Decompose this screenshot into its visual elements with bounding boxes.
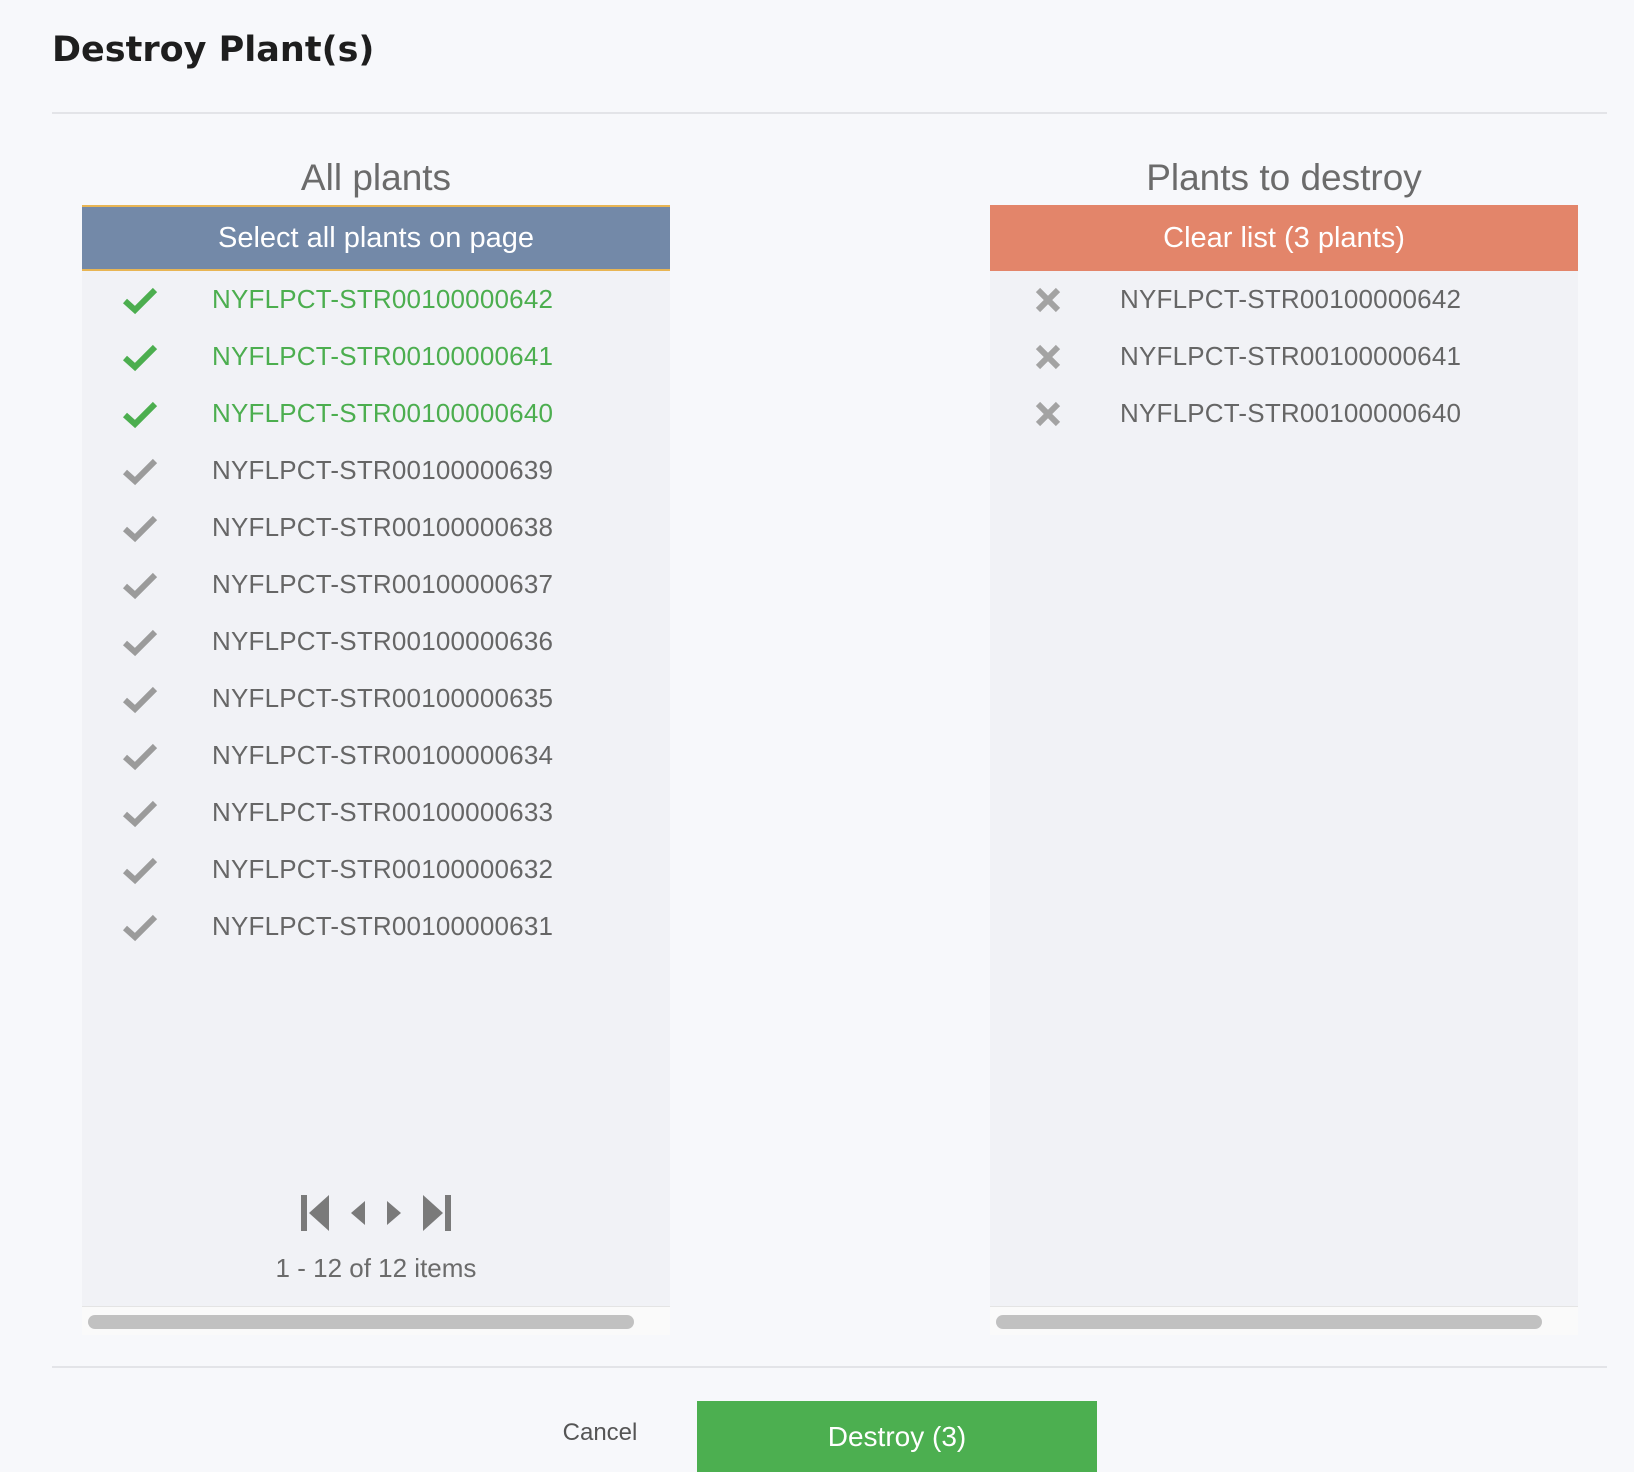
cancel-button[interactable]: Cancel: [545, 1419, 655, 1447]
check-icon[interactable]: [116, 337, 164, 377]
plants-to-destroy-panel: Plants to destroy Clear list (3 plants) …: [990, 150, 1578, 1335]
pager-info: 1 - 12 of 12 items: [275, 1253, 477, 1283]
plant-id: NYFLPCT-STR00100000631: [212, 911, 554, 941]
destroy-list-item: NYFLPCT-STR00100000641: [990, 328, 1578, 385]
check-icon[interactable]: [116, 736, 164, 776]
check-icon[interactable]: [116, 622, 164, 662]
all-plants-heading: All plants: [300, 157, 452, 198]
pager: [82, 1193, 670, 1233]
plant-list-item[interactable]: NYFLPCT-STR00100000634: [82, 727, 670, 784]
last-page-icon[interactable]: [421, 1193, 451, 1233]
plant-list-item[interactable]: NYFLPCT-STR00100000641: [82, 328, 670, 385]
plant-id: NYFLPCT-STR00100000636: [212, 626, 554, 656]
destroy-list-item: NYFLPCT-STR00100000640: [990, 385, 1578, 442]
plant-id: NYFLPCT-STR00100000637: [212, 569, 554, 599]
plant-id: NYFLPCT-STR00100000638: [212, 512, 554, 542]
plant-id: NYFLPCT-STR00100000641: [1120, 341, 1462, 371]
check-icon[interactable]: [116, 793, 164, 833]
plant-list-item[interactable]: NYFLPCT-STR00100000642: [82, 271, 670, 328]
plant-list-item[interactable]: NYFLPCT-STR00100000638: [82, 499, 670, 556]
remove-icon[interactable]: [1024, 280, 1072, 320]
plant-id: NYFLPCT-STR00100000632: [212, 854, 554, 884]
prev-page-icon[interactable]: [349, 1198, 367, 1228]
next-page-icon[interactable]: [385, 1198, 403, 1228]
plant-id: NYFLPCT-STR00100000634: [212, 740, 554, 770]
plant-list-item[interactable]: NYFLPCT-STR00100000639: [82, 442, 670, 499]
destroy-button[interactable]: Destroy (3): [697, 1401, 1097, 1472]
plant-list-item[interactable]: NYFLPCT-STR00100000631: [82, 898, 670, 955]
plant-id: NYFLPCT-STR00100000640: [212, 398, 554, 428]
check-icon[interactable]: [116, 451, 164, 491]
plant-id: NYFLPCT-STR00100000633: [212, 797, 554, 827]
plants-to-destroy-list: NYFLPCT-STR00100000642 NYFLPCT-STR0010000…: [990, 271, 1578, 1335]
horizontal-scrollbar[interactable]: [990, 1306, 1578, 1335]
check-icon[interactable]: [116, 508, 164, 548]
plant-id: NYFLPCT-STR00100000635: [212, 683, 554, 713]
remove-icon[interactable]: [1024, 394, 1072, 434]
clear-list-button[interactable]: Clear list (3 plants): [990, 205, 1578, 271]
plant-id: NYFLPCT-STR00100000642: [212, 284, 554, 314]
plant-id: NYFLPCT-STR00100000640: [1120, 398, 1462, 428]
horizontal-scrollbar[interactable]: [82, 1306, 670, 1335]
check-icon[interactable]: [116, 850, 164, 890]
plants-to-destroy-heading: Plants to destroy: [1146, 157, 1422, 198]
plant-list-item[interactable]: NYFLPCT-STR00100000633: [82, 784, 670, 841]
plant-id: NYFLPCT-STR00100000641: [212, 341, 554, 371]
check-icon[interactable]: [116, 280, 164, 320]
check-icon[interactable]: [116, 907, 164, 947]
check-icon[interactable]: [116, 679, 164, 719]
check-icon[interactable]: [116, 565, 164, 605]
plant-id: NYFLPCT-STR00100000642: [1120, 284, 1462, 314]
plant-id: NYFLPCT-STR00100000639: [212, 455, 554, 485]
plant-list-item[interactable]: NYFLPCT-STR00100000632: [82, 841, 670, 898]
remove-icon[interactable]: [1024, 337, 1072, 377]
check-icon[interactable]: [116, 394, 164, 434]
first-page-icon[interactable]: [301, 1193, 331, 1233]
dialog-title: Destroy Plant(s): [52, 30, 375, 70]
plant-list-item[interactable]: NYFLPCT-STR00100000640: [82, 385, 670, 442]
all-plants-panel: All plants Select all plants on page NYF…: [82, 150, 670, 1335]
select-all-button[interactable]: Select all plants on page: [82, 205, 670, 271]
divider: [52, 1366, 1607, 1368]
all-plants-list: NYFLPCT-STR00100000642 NYFLPCT-STR0010000…: [82, 271, 670, 1335]
scrollbar-thumb[interactable]: [88, 1315, 634, 1329]
plant-list-item[interactable]: NYFLPCT-STR00100000636: [82, 613, 670, 670]
plant-list-item[interactable]: NYFLPCT-STR00100000637: [82, 556, 670, 613]
plant-list-item[interactable]: NYFLPCT-STR00100000635: [82, 670, 670, 727]
scrollbar-thumb[interactable]: [996, 1315, 1542, 1329]
dialog-footer: Cancel Destroy (3): [0, 1401, 1634, 1472]
destroy-list-item: NYFLPCT-STR00100000642: [990, 271, 1578, 328]
divider: [52, 112, 1607, 114]
